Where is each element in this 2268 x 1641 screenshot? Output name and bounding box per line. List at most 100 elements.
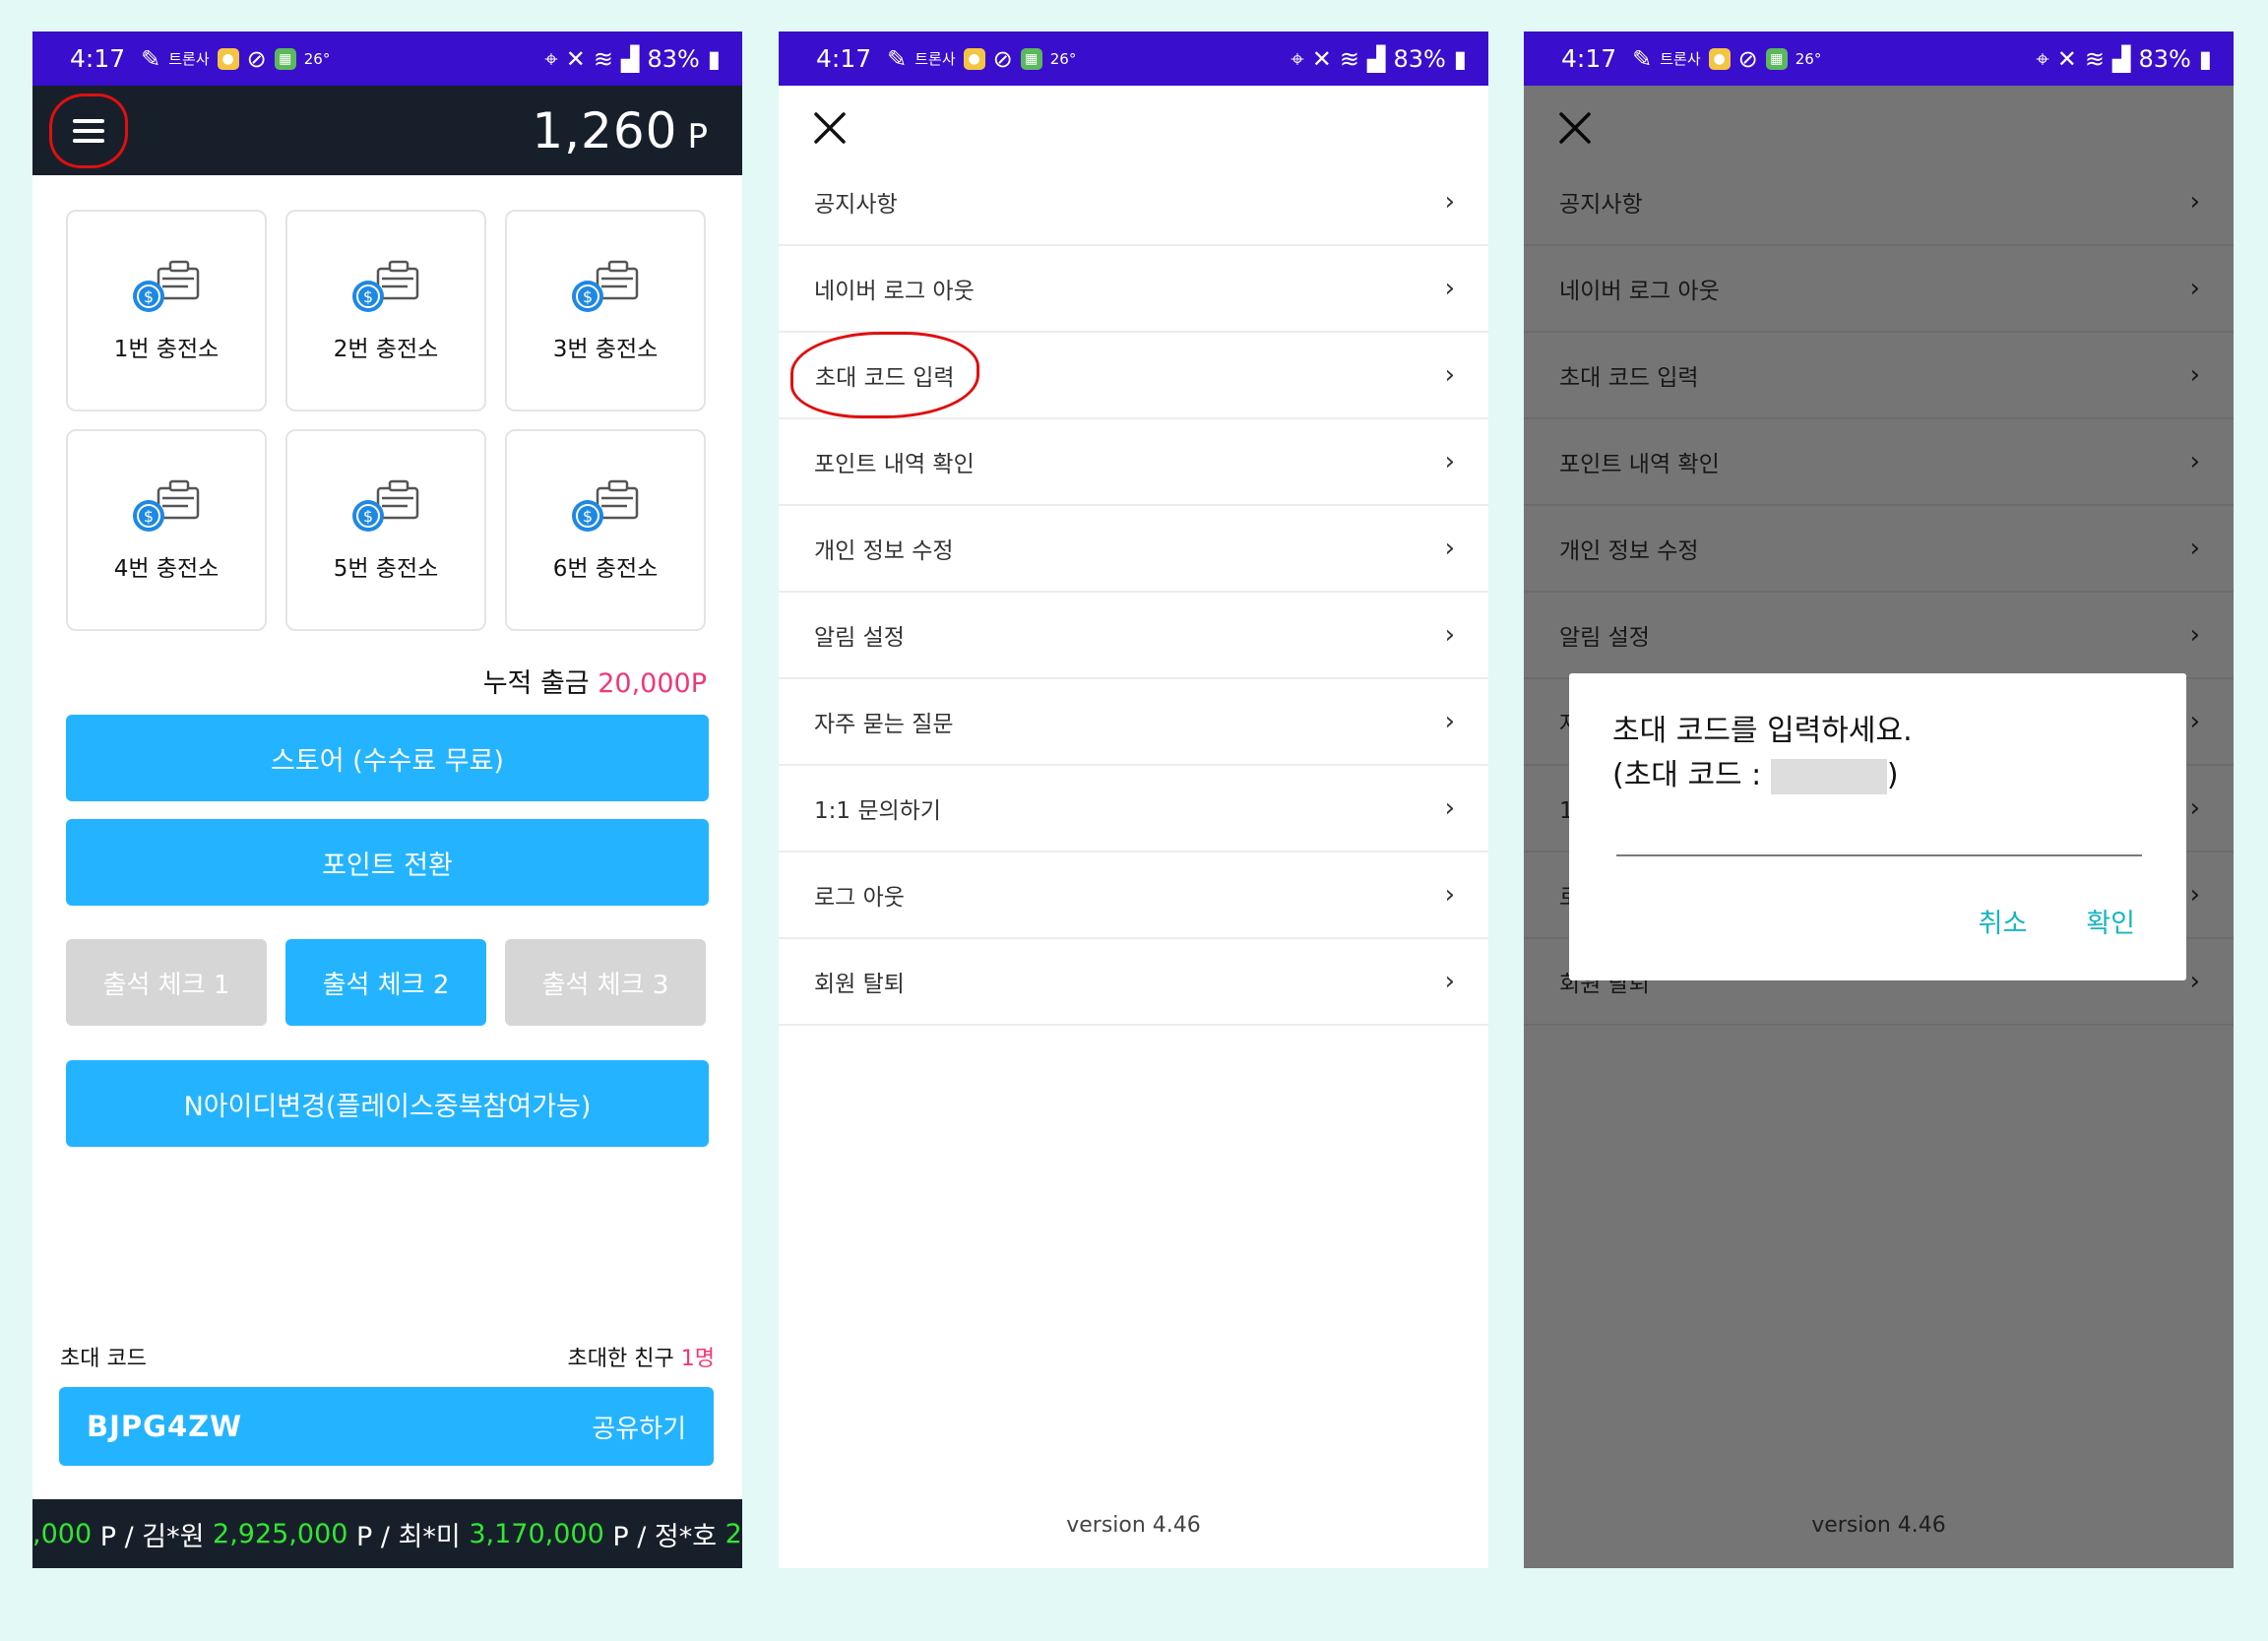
menu-item[interactable]: 포인트 내역 확인 › — [779, 419, 1488, 506]
mute-icon: ✕ — [565, 44, 586, 73]
confirm-button[interactable]: 확인 — [2086, 902, 2135, 940]
withdraw-label: 누적 출금 — [482, 668, 590, 699]
invited-friends: 초대한 친구 1명 — [568, 1341, 715, 1372]
invite-code-label: 초대 코드 — [60, 1347, 147, 1371]
invite-code-input[interactable] — [1616, 854, 2142, 856]
app-header: 1,260 P — [32, 86, 742, 175]
menu-item-label: 초대 코드 입력 — [790, 332, 979, 418]
app-notification-icon: ● — [1708, 47, 1731, 70]
chevron-right-icon: › — [1444, 793, 1455, 823]
point-exchange-button[interactable]: 포인트 전환 — [66, 819, 709, 906]
battery-percent: 83% — [647, 44, 700, 73]
station-label: 6번 충전소 — [552, 555, 659, 582]
station-coin-icon: $ — [572, 479, 639, 532]
menu-item-label: 알림 설정 — [814, 625, 905, 651]
hamburger-menu-button[interactable] — [49, 93, 128, 168]
station-label: 2번 충전소 — [333, 336, 439, 362]
invited-friends-count: 1명 — [680, 1347, 715, 1371]
battery-percent: 83% — [2138, 44, 2191, 73]
station-label: 3번 충전소 — [552, 336, 659, 362]
menu-item-label: 회원 탈퇴 — [814, 972, 905, 997]
battery-percent: 83% — [1393, 44, 1446, 73]
app-version: version 4.46 — [1066, 1513, 1201, 1538]
station-card-2[interactable]: $2번 충전소 — [285, 210, 486, 411]
svg-text:$: $ — [363, 287, 373, 306]
station-card-6[interactable]: $6번 충전소 — [505, 429, 706, 631]
station-coin-icon: $ — [352, 479, 419, 532]
menu-screen: 4:17 ✎ 트론사 ● ⊘ ▦ 26° ⌖ ✕ ≋ ▟ 83% ▮ 공지사항 ›… — [779, 32, 1488, 1568]
menu-item-label: 개인 정보 수정 — [814, 538, 954, 564]
no-sim-icon: ⊘ — [992, 44, 1013, 73]
menu-item[interactable]: 로그 아웃 › — [779, 852, 1488, 939]
attendance-check-1-button[interactable]: 출석 체크 1 — [66, 939, 267, 1026]
weather-app-icon: ▦ — [1020, 47, 1042, 70]
station-card-5[interactable]: $5번 충전소 — [285, 429, 486, 631]
attendance-check-3-button[interactable]: 출석 체크 3 — [505, 939, 706, 1026]
station-label: 5번 충전소 — [333, 555, 439, 582]
station-card-3[interactable]: $3번 충전소 — [505, 210, 706, 411]
withdrawal-ticker: ,000 P / 김*원 2,925,000 P / 최*미 3,170,000… — [32, 1499, 742, 1568]
share-button[interactable]: 공유하기 — [592, 1409, 686, 1445]
menu-item[interactable]: 개인 정보 수정 › — [779, 506, 1488, 593]
no-sim-icon: ⊘ — [246, 44, 267, 73]
location-icon: ⌖ — [2036, 44, 2049, 73]
status-time: 4:17 — [816, 44, 872, 73]
dialog-title-suffix: ) — [1886, 758, 1899, 792]
ticker-segment: ,000 — [32, 1518, 93, 1549]
weather-app-icon: ▦ — [274, 47, 296, 70]
menu-item[interactable]: 알림 설정 › — [779, 593, 1488, 679]
svg-text:$: $ — [583, 287, 593, 306]
pen-icon: ✎ — [141, 44, 161, 73]
menu-item[interactable]: 자주 묻는 질문 › — [779, 679, 1488, 766]
temperature: 26° — [1795, 49, 1822, 68]
menu-item-label: 자주 묻는 질문 — [814, 712, 954, 737]
temperature: 26° — [1049, 49, 1077, 68]
invite-code-dialog: 초대 코드를 입력하세요. (초대 코드 : ) 취소 확인 — [1569, 673, 2186, 980]
temperature: 26° — [303, 49, 331, 68]
chevron-right-icon: › — [1444, 534, 1455, 563]
chevron-right-icon: › — [1444, 707, 1455, 736]
menu-item[interactable]: 회원 탈퇴 › — [779, 939, 1488, 1026]
signal-icon: ▟ — [1366, 44, 1386, 73]
app-notification-icon: ● — [963, 47, 985, 70]
chevron-right-icon: › — [1444, 620, 1455, 650]
points-balance: 1,260 P — [532, 102, 709, 159]
invite-dialog-screen: 4:17 ✎ 트론사 ● ⊘ ▦ 26° ⌖ ✕ ≋ ▟ 83% ▮ 공지사항›… — [1524, 32, 2234, 1568]
station-grid: $1번 충전소 $2번 충전소 $3번 충전소 $4번 충전소 $5번 충전소 $6번 충… — [66, 210, 709, 631]
svg-text:$: $ — [363, 507, 373, 526]
mute-icon: ✕ — [1311, 44, 1332, 73]
cancel-button[interactable]: 취소 — [1979, 902, 2028, 940]
hamburger-icon — [73, 118, 104, 123]
close-icon[interactable] — [812, 110, 848, 146]
pen-icon: ✎ — [887, 44, 908, 73]
menu-item-label: 네이버 로그 아웃 — [814, 279, 975, 304]
app-notification-icon: ● — [217, 47, 239, 70]
menu-item[interactable]: 네이버 로그 아웃 › — [779, 246, 1488, 333]
battery-icon: ▮ — [2198, 44, 2212, 73]
status-bar: 4:17 ✎ 트론사 ● ⊘ ▦ 26° ⌖ ✕ ≋ ▟ 83% ▮ — [779, 32, 1488, 86]
chevron-right-icon: › — [1444, 187, 1455, 217]
menu-list: 공지사항›네이버 로그 아웃›초대 코드 입력›포인트 내역 확인›개인 정보 … — [779, 159, 1488, 1026]
invite-code-value: BJPG4ZW — [87, 1410, 243, 1443]
invited-friends-label: 초대한 친구 — [567, 1347, 674, 1371]
svg-text:$: $ — [144, 507, 154, 526]
dialog-title-line1: 초대 코드를 입력하세요. — [1612, 714, 1913, 748]
station-card-1[interactable]: $1번 충전소 — [66, 210, 267, 411]
menu-item[interactable]: 초대 코드 입력 › — [779, 332, 1488, 419]
attendance-check-2-button[interactable]: 출석 체크 2 — [285, 939, 486, 1026]
weather-app-icon: ▦ — [1765, 47, 1788, 70]
ticker-segment: P / 정*호 — [603, 1521, 725, 1552]
dialog-title: 초대 코드를 입력하세요. (초대 코드 : ) — [1612, 709, 2143, 797]
menu-item-label: 공지사항 — [814, 192, 898, 218]
menu-item-label: 1:1 문의하기 — [814, 798, 941, 824]
withdraw-amount: 20,000P — [598, 668, 707, 699]
change-naver-id-button[interactable]: N아이디변경(플레이스중복참여가능) — [66, 1060, 709, 1147]
menu-item[interactable]: 공지사항 › — [779, 159, 1488, 246]
menu-item[interactable]: 1:1 문의하기 › — [779, 766, 1488, 852]
store-button[interactable]: 스토어 (수수료 무료) — [66, 715, 709, 801]
ticker-segment: 2,925,000 — [213, 1518, 348, 1549]
no-sim-icon: ⊘ — [1737, 44, 1758, 73]
cumulative-withdrawal: 누적 출금 20,000P — [483, 662, 707, 700]
station-card-4[interactable]: $4번 충전소 — [66, 429, 267, 631]
home-screen: 4:17 ✎ 트론사 ● ⊘ ▦ 26° ⌖ ✕ ≋ ▟ 83% ▮ 1,260… — [32, 32, 742, 1568]
